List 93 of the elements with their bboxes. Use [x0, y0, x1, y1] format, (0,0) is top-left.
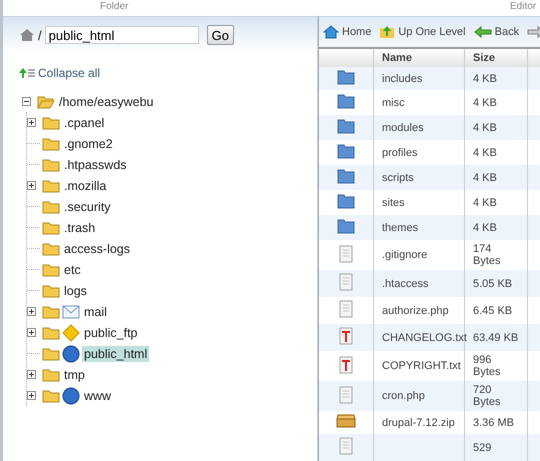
collapse-all-icon: [19, 67, 35, 79]
folder-tree-item[interactable]: www: [82, 388, 114, 404]
path-field[interactable]: public_html: [44, 26, 199, 44]
panel-heading: Folder: [100, 1, 128, 12]
folder-tree-item[interactable]: mail: [82, 304, 109, 320]
column-header[interactable]: Size: [464, 48, 528, 67]
folder-up-icon: [379, 25, 396, 39]
file-size: 63.49 KB: [473, 332, 518, 344]
file-name[interactable]: profiles: [382, 146, 418, 158]
text-file-icon: [339, 327, 353, 345]
folder-icon: [336, 143, 356, 159]
box-icon: [336, 414, 356, 428]
toolbar-button[interactable]: [527, 26, 540, 38]
folder-icon: [42, 284, 60, 298]
path-prefix: /: [38, 28, 42, 42]
file-name[interactable]: drupal-7.12.zip: [382, 416, 455, 428]
folder-icon: [42, 200, 60, 214]
folder-icon: [336, 93, 356, 109]
folder-icon: [42, 158, 60, 172]
file-size: 5.05 KB: [473, 278, 512, 290]
column-header[interactable]: Name: [374, 48, 464, 67]
file-size: 3.36 MB: [473, 416, 514, 428]
house-icon: [323, 25, 339, 39]
folder-icon: [42, 136, 60, 150]
file-name[interactable]: CHANGELOG.txt: [382, 332, 467, 344]
file-size: 529: [473, 442, 492, 454]
folder-icon: [336, 193, 356, 209]
file-name[interactable]: misc: [382, 96, 405, 108]
toolbar-button[interactable]: Back: [474, 26, 520, 38]
file-size: 4 KB: [473, 222, 497, 234]
folder-icon: [42, 262, 60, 276]
folder-tree-item[interactable]: etc: [62, 262, 83, 278]
document-icon: [339, 300, 353, 318]
folder-icon: [42, 388, 60, 402]
folder-icon: [336, 69, 356, 85]
folder-tree-item[interactable]: .trash: [62, 220, 98, 236]
folder-icon: [336, 118, 356, 134]
file-size: 6.45 KB: [473, 304, 512, 316]
document-icon: [339, 437, 353, 455]
folder-icon: [42, 326, 60, 340]
folder-icon: [42, 116, 60, 130]
folder-icon: [42, 304, 60, 318]
file-name[interactable]: scripts: [382, 172, 414, 184]
folder-icon: [42, 220, 60, 234]
envelope-icon: [62, 304, 80, 320]
file-size: 4 KB: [473, 96, 497, 108]
folder-tree-item[interactable]: .htpasswds: [62, 156, 129, 172]
toolbar-button[interactable]: Home: [323, 25, 372, 39]
document-icon: [339, 273, 353, 291]
folder-tree-item[interactable]: public_html: [82, 346, 150, 362]
folder-icon: [42, 242, 60, 256]
globe-icon: [62, 386, 80, 404]
folder-icon: [42, 178, 60, 192]
folder-icon: [336, 218, 356, 234]
folder-tree-item[interactable]: public_ftp: [82, 324, 140, 340]
folder-tree-item[interactable]: logs: [62, 282, 89, 298]
globe-icon: [62, 344, 80, 362]
file-name[interactable]: .gitignore: [382, 249, 428, 261]
file-name[interactable]: sites: [382, 196, 405, 208]
file-name[interactable]: COPYRIGHT.txt: [382, 360, 461, 372]
file-size: 4 KB: [473, 196, 497, 208]
file-name[interactable]: cron.php: [382, 390, 425, 402]
file-size: 4 KB: [473, 72, 497, 84]
folder-icon: [336, 168, 356, 184]
panel-heading: Editor: [510, 1, 536, 12]
toolbar-button[interactable]: Up One Level: [379, 25, 466, 39]
folder-tree-item[interactable]: tmp: [62, 366, 87, 382]
home-icon: [19, 28, 35, 42]
file-size: 4 KB: [473, 146, 497, 158]
folder-tree-item[interactable]: .mozilla: [62, 178, 108, 194]
folder-icon: [42, 368, 60, 382]
folder-tree-item[interactable]: .gnome2: [62, 136, 115, 152]
warning-diamond-icon: [62, 324, 80, 342]
folder-icon: [42, 346, 60, 360]
text-file-icon: [339, 356, 353, 374]
collapse-all-link[interactable]: Collapse all: [38, 66, 100, 80]
file-name[interactable]: themes: [382, 222, 418, 234]
folder-tree-item[interactable]: .cpanel: [62, 114, 106, 130]
document-icon: [339, 244, 353, 262]
folder-tree-item[interactable]: .security: [62, 198, 113, 214]
open-folder-icon: [37, 94, 55, 108]
file-size: 174 Bytes: [473, 243, 501, 267]
left-arrow-icon: [474, 26, 492, 38]
file-size: 720 Bytes: [473, 384, 501, 408]
right-arrow-icon: [527, 26, 540, 38]
folder-tree-item[interactable]: /home/easywebu: [57, 94, 156, 110]
file-size: 4 KB: [473, 122, 497, 134]
go-button[interactable]: Go: [206, 25, 234, 45]
file-name[interactable]: authorize.php: [382, 304, 449, 316]
document-icon: [339, 386, 353, 404]
file-size: 4 KB: [473, 172, 497, 184]
folder-tree-item[interactable]: access-logs: [62, 240, 132, 256]
file-size: 996 Bytes: [473, 354, 501, 378]
